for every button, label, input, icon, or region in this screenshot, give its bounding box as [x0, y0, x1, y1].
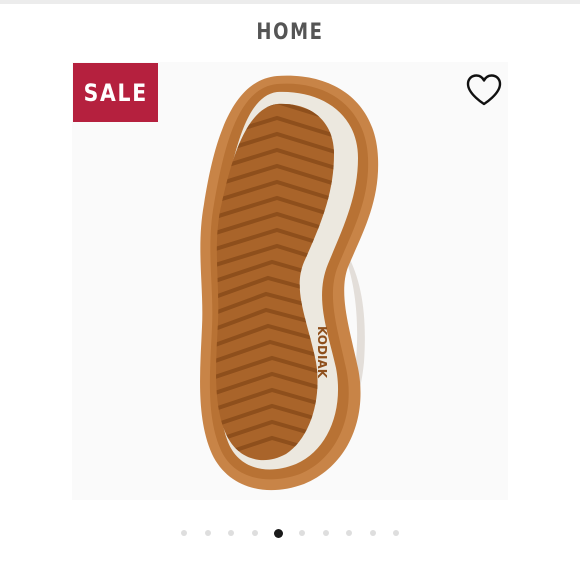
page-title: HOME — [256, 20, 324, 45]
heart-outline-icon — [466, 74, 502, 106]
carousel-dot[interactable] — [181, 530, 187, 536]
carousel-dot[interactable] — [204, 530, 211, 536]
sole-brand-text: KODIAK — [315, 326, 329, 379]
sale-badge-label: SALE — [83, 78, 148, 107]
carousel-dot[interactable] — [346, 530, 353, 536]
carousel-dot[interactable] — [251, 530, 258, 536]
product-image[interactable]: KODIAK — [72, 62, 508, 500]
product-listing-page: HOME KODIAK SALE — [0, 0, 580, 580]
carousel-dot[interactable] — [322, 530, 329, 536]
sale-badge: SALE — [73, 63, 158, 122]
top-divider — [0, 0, 580, 4]
shoe-sole-image: KODIAK — [200, 75, 379, 491]
carousel-dot[interactable] — [228, 530, 235, 536]
favorite-button[interactable] — [462, 70, 506, 110]
carousel-dot-active[interactable] — [273, 528, 283, 538]
carousel-dot[interactable] — [369, 530, 376, 536]
carousel-dot[interactable] — [393, 530, 400, 536]
carousel-pagination — [0, 528, 580, 538]
carousel-dot[interactable] — [299, 530, 305, 536]
